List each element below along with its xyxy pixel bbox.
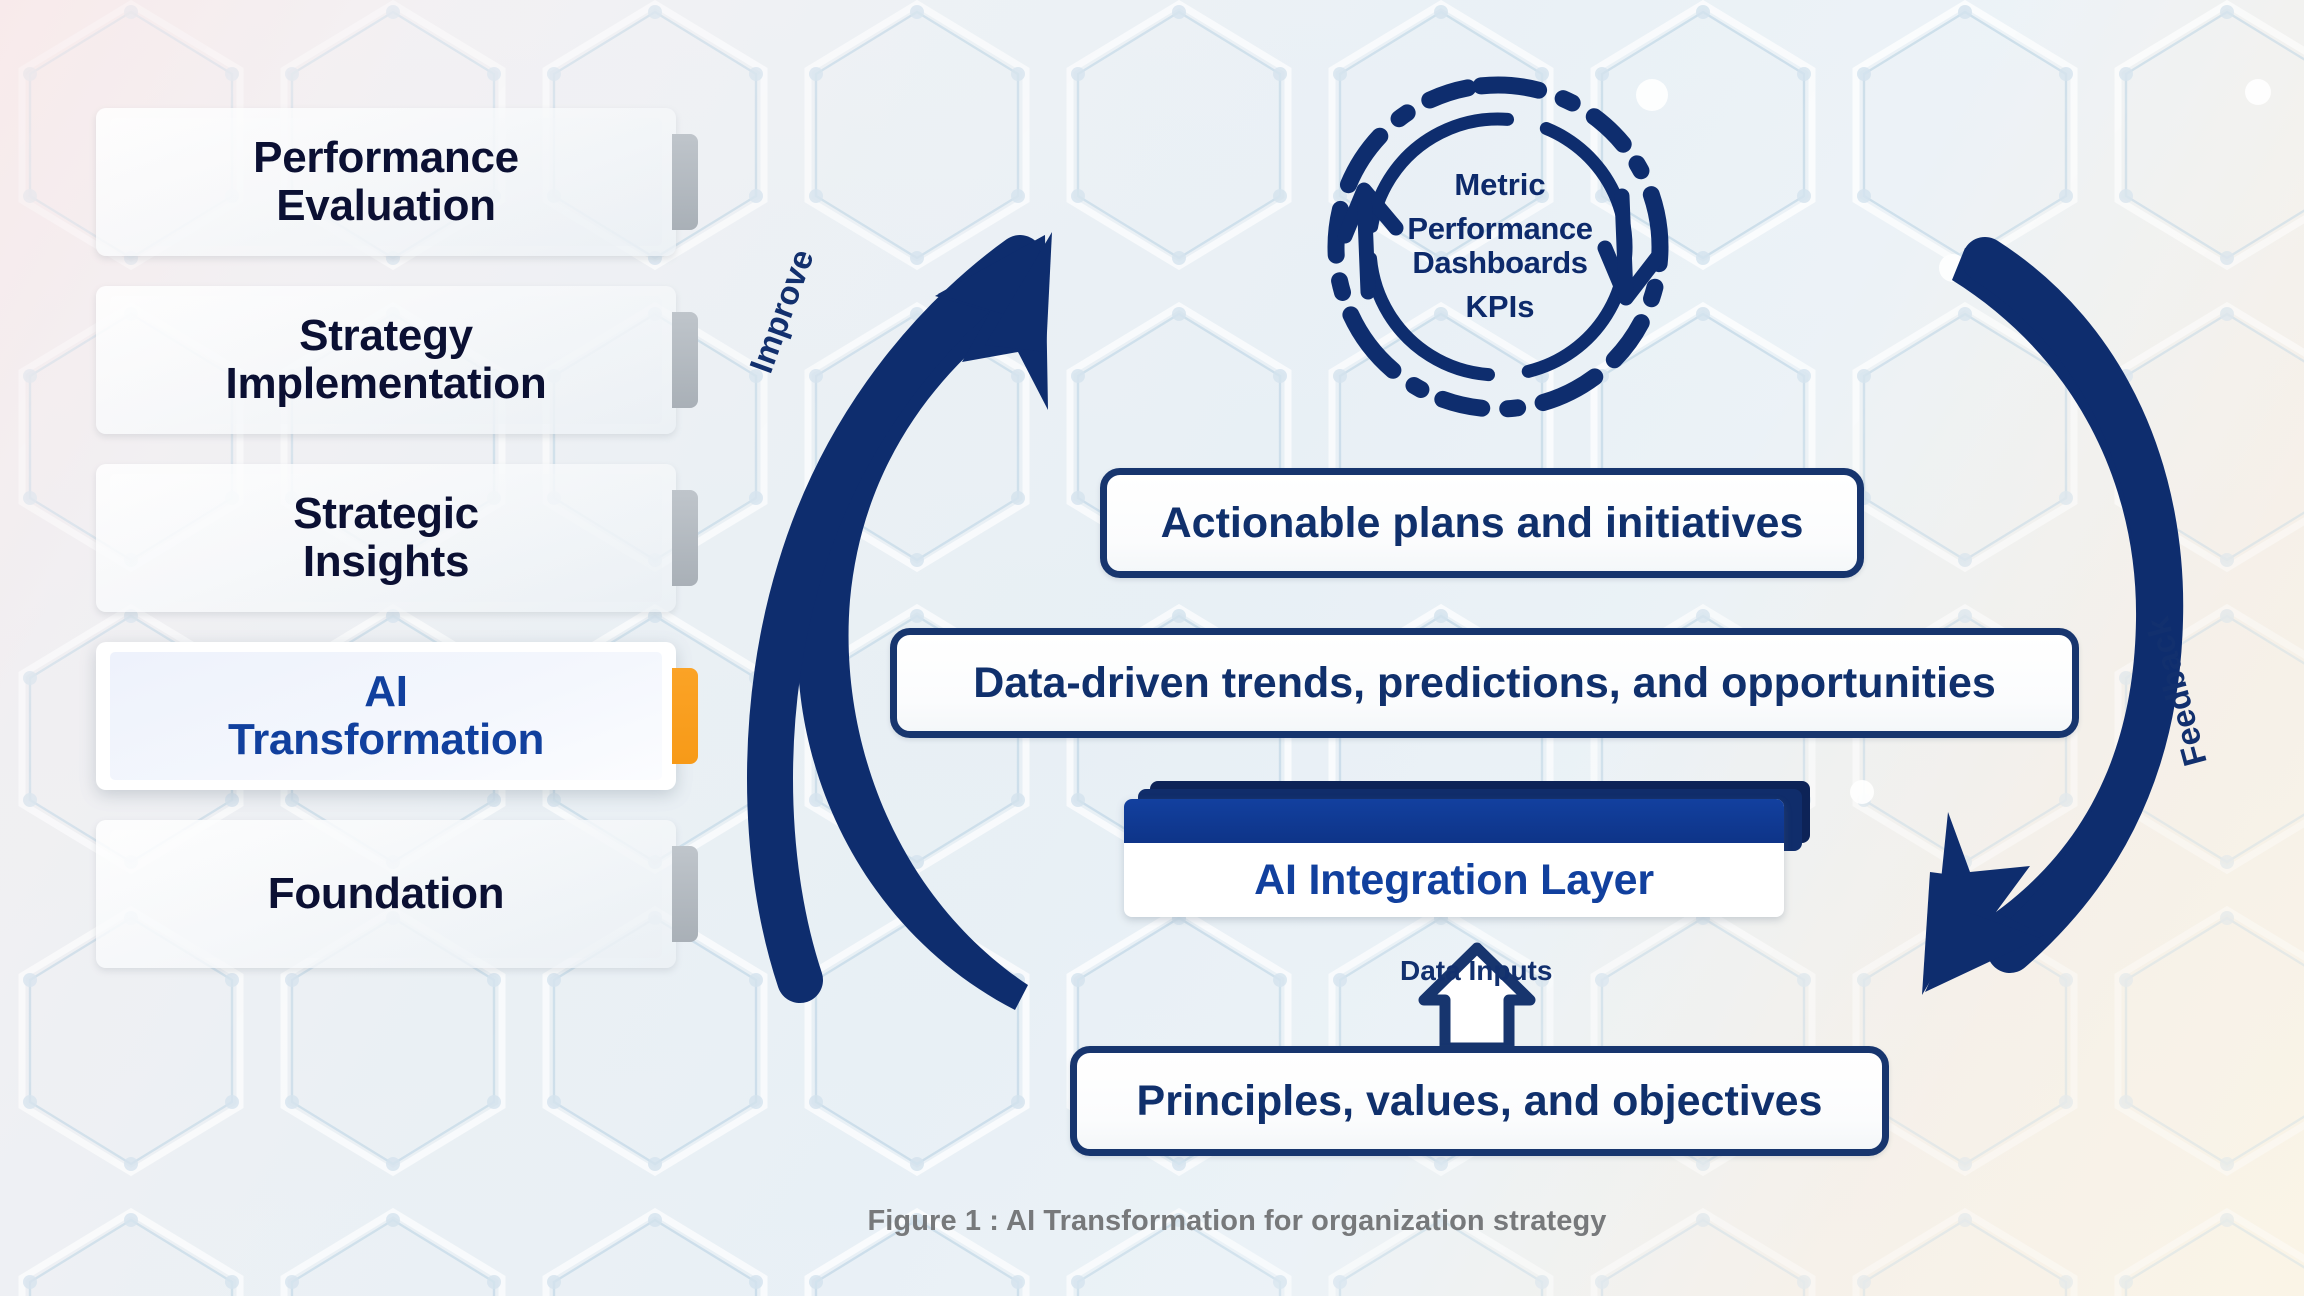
- cycle-metric-label: Metric: [1454, 167, 1546, 202]
- figure-caption: Figure 1 : AI Transformation for organiz…: [0, 1205, 2304, 1238]
- sidebar-item-label: Performance Evaluation: [253, 133, 519, 230]
- box-label: Principles, values, and objectives: [1136, 1076, 1823, 1125]
- cycle-dashboards-label: Performance Dashboards: [1407, 210, 1593, 281]
- box-label: AI Integration Layer: [1254, 855, 1654, 904]
- box-label: Actionable plans and initiatives: [1160, 498, 1804, 547]
- label-data-inputs: Data Inputs: [1400, 955, 1553, 986]
- figure-canvas: Performance Evaluation Strategy Implemen…: [0, 0, 2304, 1296]
- cycle-text-group: Metric Performance Dashboards KPIs: [1380, 167, 1620, 325]
- cycle-kpis-label: KPIs: [1465, 289, 1535, 325]
- curved-up-arrow-icon: [747, 232, 1052, 1010]
- figure-caption-text: Figure 1 : AI Transformation for organiz…: [867, 1205, 1607, 1237]
- label-feedback: Feedback: [2138, 613, 2214, 770]
- sidebar-item-label: Strategy Implementation: [225, 311, 547, 408]
- box-label: Data-driven trends, predictions, and opp…: [973, 658, 1996, 707]
- box-ai-integration-layer[interactable]: AI Integration Layer: [1124, 781, 1824, 941]
- box-principles-values-objectives[interactable]: Principles, values, and objectives: [1070, 1046, 1889, 1156]
- box-data-driven-trends[interactable]: Data-driven trends, predictions, and opp…: [890, 628, 2079, 738]
- box-actionable-plans[interactable]: Actionable plans and initiatives: [1100, 468, 1864, 578]
- label-improve: Improve: [742, 244, 821, 378]
- sidebar-item-label: AI Transformation: [227, 667, 545, 764]
- card-header-bar: [1124, 799, 1784, 843]
- sidebar-item-label: Foundation: [267, 869, 505, 919]
- sidebar-item-label: Strategic Insights: [293, 489, 479, 586]
